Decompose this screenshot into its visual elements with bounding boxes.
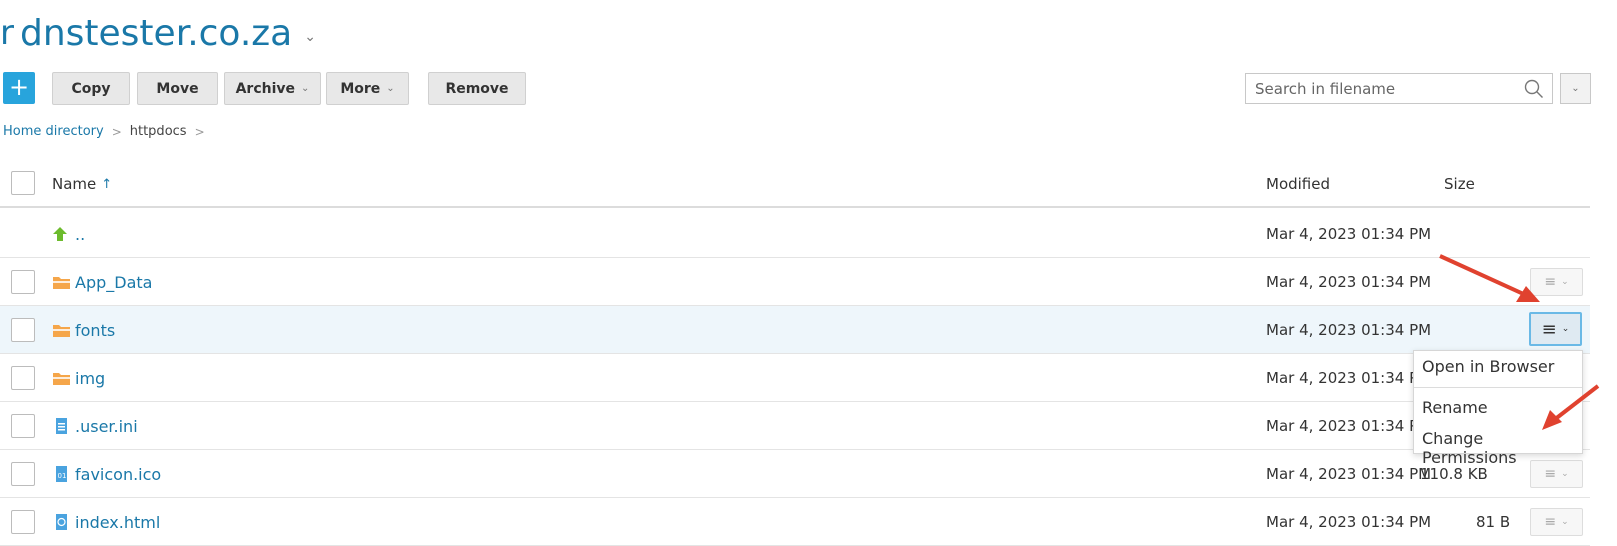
menu-item-rename[interactable]: Rename: [1422, 398, 1488, 417]
file-name: fonts: [75, 320, 116, 340]
modified-cell: Mar 4, 2023 01:34 PM: [1266, 465, 1432, 483]
column-name[interactable]: Name ↑: [52, 160, 112, 208]
file-name-cell[interactable]: .user.ini: [52, 402, 138, 450]
row-menu-button[interactable]: ≡ ⌄: [1530, 508, 1583, 536]
chevron-down-icon: ⌄: [1561, 324, 1570, 334]
more-button-label: More: [340, 80, 381, 97]
table-row[interactable]: img Mar 4, 2023 01:34 P: [0, 354, 1590, 402]
domain-name: dnstester.co.za: [19, 12, 293, 54]
folder-icon: [53, 277, 70, 289]
folder-icon: [53, 325, 70, 337]
file-name: favicon.ico: [75, 464, 162, 484]
column-size[interactable]: Size: [1444, 160, 1475, 208]
modified-cell: Mar 4, 2023 01:34 P: [1266, 417, 1419, 435]
menu-item-change-permissions[interactable]: Change Permissions: [1422, 429, 1582, 467]
domain-title[interactable]: r dnstester.co.za ⌄: [0, 8, 316, 58]
file-name: ..: [75, 224, 86, 244]
file-name: index.html: [75, 512, 161, 532]
chevron-down-icon: ⌄: [1561, 517, 1569, 527]
chevron-down-icon[interactable]: ⌄: [304, 29, 316, 45]
menu-divider: [1414, 387, 1582, 388]
modified-cell: Mar 4, 2023 01:34 PM: [1266, 513, 1432, 531]
copy-button-label: Copy: [71, 80, 111, 97]
table-row[interactable]: fonts Mar 4, 2023 01:34 PM ≡ ⌄: [0, 306, 1590, 354]
breadcrumb-separator: >: [111, 124, 122, 139]
column-modified[interactable]: Modified: [1266, 160, 1330, 208]
breadcrumb-current[interactable]: httpdocs: [130, 124, 187, 139]
column-name-label: Name: [52, 175, 97, 193]
copy-button[interactable]: Copy: [52, 72, 130, 105]
row-checkbox[interactable]: [11, 510, 35, 534]
hamburger-icon: ≡: [1544, 466, 1557, 482]
table-row[interactable]: 01 favicon.ico Mar 4, 2023 01:34 PM 110.…: [0, 450, 1590, 498]
row-checkbox[interactable]: [11, 414, 35, 438]
html-file-icon: [56, 514, 67, 530]
file-name: img: [75, 368, 106, 388]
add-button[interactable]: +: [3, 72, 35, 104]
size-cell: 81 B: [1476, 513, 1511, 531]
breadcrumb-separator: >: [194, 124, 205, 139]
file-name: App_Data: [75, 272, 153, 292]
row-checkbox[interactable]: [11, 318, 35, 342]
modified-cell: Mar 4, 2023 01:34 PM: [1266, 321, 1432, 339]
breadcrumb-home[interactable]: Home directory: [3, 124, 104, 139]
menu-item-open-in-browser[interactable]: Open in Browser: [1422, 357, 1554, 376]
archive-button-label: Archive: [235, 80, 296, 97]
search-icon[interactable]: [1524, 79, 1544, 99]
table-row[interactable]: App_Data Mar 4, 2023 01:34 PM ≡ ⌄: [0, 258, 1590, 306]
table-row[interactable]: .. Mar 4, 2023 01:34 PM: [0, 210, 1590, 258]
remove-button-label: Remove: [445, 80, 509, 97]
search-box: [1245, 73, 1553, 104]
file-name-cell[interactable]: 01 favicon.ico: [52, 450, 161, 498]
table-row[interactable]: index.html Mar 4, 2023 01:34 PM 81 B ≡ ⌄: [0, 498, 1590, 546]
row-checkbox[interactable]: [11, 462, 35, 486]
hamburger-icon: ≡: [1541, 318, 1557, 340]
chevron-down-icon: ⌄: [301, 83, 310, 94]
hamburger-icon: ≡: [1544, 514, 1557, 530]
archive-button[interactable]: Archive ⌄: [224, 72, 321, 105]
modified-cell: Mar 4, 2023 01:34 P: [1266, 369, 1419, 387]
domain-title-lead-glyph: r: [0, 13, 14, 53]
chevron-down-icon: ⌄: [1561, 469, 1569, 479]
file-name: .user.ini: [75, 416, 138, 436]
move-button[interactable]: Move: [137, 72, 218, 105]
text-file-icon: [56, 418, 67, 434]
search-options-button[interactable]: ⌄: [1560, 73, 1591, 104]
file-name-cell[interactable]: App_Data: [52, 258, 152, 306]
move-button-label: Move: [156, 80, 199, 97]
row-checkbox[interactable]: [11, 270, 35, 294]
table-row[interactable]: .user.ini Mar 4, 2023 01:34 P: [0, 402, 1590, 450]
file-name-cell[interactable]: index.html: [52, 498, 160, 546]
file-name-cell[interactable]: img: [52, 354, 105, 402]
modified-cell: Mar 4, 2023 01:34 PM: [1266, 225, 1432, 243]
file-name-cell[interactable]: ..: [52, 210, 85, 258]
folder-icon: [53, 373, 70, 385]
table-header: Name ↑ Modified Size: [0, 160, 1590, 208]
search-input[interactable]: [1246, 74, 1506, 103]
chevron-down-icon: ⌄: [1571, 83, 1580, 94]
sort-ascending-icon: ↑: [101, 176, 113, 192]
select-all-checkbox[interactable]: [11, 171, 35, 195]
hamburger-icon: ≡: [1544, 274, 1557, 290]
svg-text:01: 01: [58, 472, 67, 480]
chevron-down-icon: ⌄: [1561, 277, 1569, 287]
row-checkbox[interactable]: [11, 366, 35, 390]
row-menu-button[interactable]: ≡ ⌄: [1529, 312, 1582, 346]
modified-cell: Mar 4, 2023 01:34 PM: [1266, 273, 1432, 291]
binary-file-icon: 01: [56, 466, 67, 482]
breadcrumb: Home directory > httpdocs >: [3, 124, 213, 139]
chevron-down-icon: ⌄: [386, 83, 395, 94]
remove-button[interactable]: Remove: [428, 72, 526, 105]
row-menu-button[interactable]: ≡ ⌄: [1530, 268, 1583, 296]
row-context-menu: Open in Browser Rename Change Permission…: [1413, 350, 1583, 467]
more-button[interactable]: More ⌄: [326, 72, 409, 105]
file-name-cell[interactable]: fonts: [52, 306, 115, 354]
parent-up-icon: [53, 227, 67, 241]
